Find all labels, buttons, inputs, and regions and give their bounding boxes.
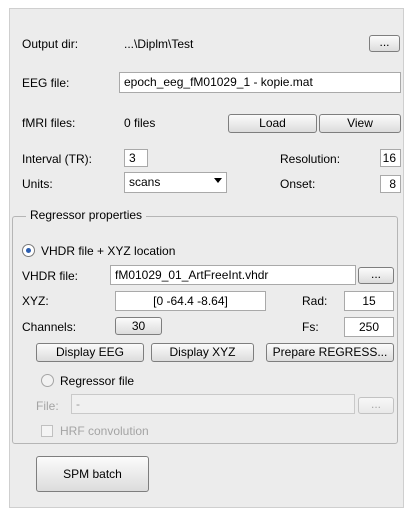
units-dropdown[interactable]: scans [124, 172, 227, 193]
onset-label: Onset: [280, 177, 316, 191]
view-button[interactable]: View [319, 114, 401, 133]
resolution-field[interactable]: 16 [380, 149, 401, 167]
display-eeg-button[interactable]: Display EEG [36, 343, 144, 362]
prepare-regressor-button[interactable]: Prepare REGRESS... [266, 343, 394, 362]
interval-field[interactable]: 3 [124, 149, 148, 167]
xyz-field[interactable]: [0 -64.4 -8.64] [115, 291, 266, 311]
units-label: Units: [22, 177, 53, 191]
fmri-files-count: 0 files [124, 116, 156, 130]
fs-field[interactable]: 250 [344, 317, 394, 337]
rad-label: Rad: [302, 294, 328, 308]
vhdr-option-label[interactable]: VHDR file + XYZ location [41, 243, 175, 259]
regressor-file-option-label[interactable]: Regressor file [60, 373, 134, 389]
channels-label: Channels: [22, 320, 77, 334]
regressor-file-browse-button[interactable]: ... [358, 397, 394, 414]
channels-button[interactable]: 30 [115, 317, 162, 335]
regressor-file-field[interactable]: - [71, 394, 355, 414]
onset-field[interactable]: 8 [380, 175, 401, 193]
spm-batch-button[interactable]: SPM batch [36, 456, 149, 492]
output-dir-field: ...\Diplm\Test [124, 37, 194, 51]
eeg-file-label: EEG file: [22, 76, 70, 90]
resolution-label: Resolution: [280, 152, 341, 166]
xyz-label: XYZ: [22, 294, 49, 308]
eeg-file-field[interactable]: epoch_eeg_fM01029_1 - kopie.mat [119, 72, 401, 93]
regressor-file-radio[interactable] [41, 374, 54, 387]
vhdr-file-label: VHDR file: [22, 269, 79, 283]
load-button[interactable]: Load [228, 114, 317, 133]
hrf-convolution-label: HRF convolution [60, 424, 149, 438]
hrf-convolution-checkbox[interactable] [41, 425, 53, 437]
file-label: File: [36, 399, 59, 413]
output-dir-label: Output dir: [22, 37, 79, 51]
interval-label: Interval (TR): [22, 152, 93, 166]
vhdr-option-radio[interactable] [22, 244, 35, 257]
vhdr-file-field[interactable]: fM01029_01_ArtFreeInt.vhdr [110, 265, 356, 285]
rad-field[interactable]: 15 [344, 291, 394, 311]
vhdr-browse-button[interactable]: ... [358, 267, 394, 284]
fs-label: Fs: [302, 320, 319, 334]
display-xyz-button[interactable]: Display XYZ [151, 343, 254, 362]
units-selected-value: scans [129, 175, 161, 189]
fmri-files-label: fMRI files: [22, 116, 76, 130]
chevron-down-icon [214, 178, 222, 183]
output-dir-browse-button[interactable]: ... [369, 35, 400, 52]
regressor-properties-title: Regressor properties [26, 207, 147, 223]
